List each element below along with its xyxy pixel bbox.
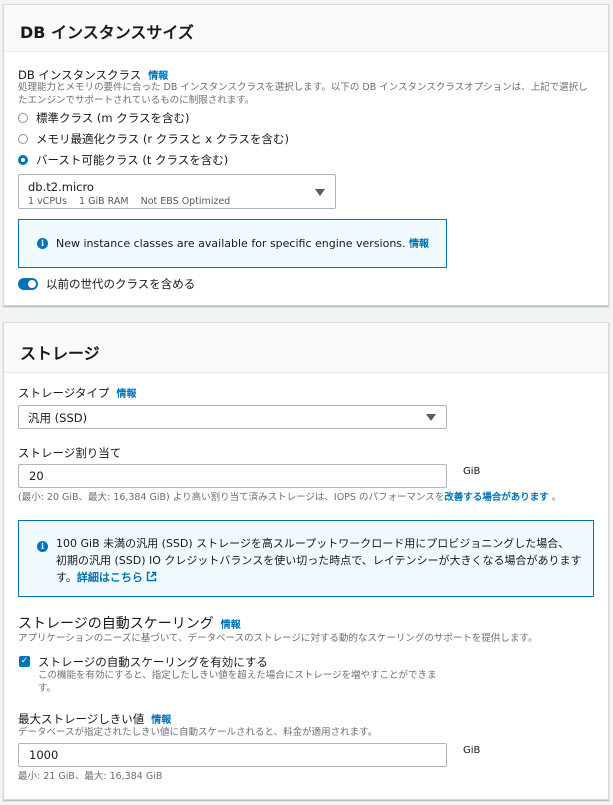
storage-type-label-text: ストレージタイプ xyxy=(18,386,110,400)
previous-generation-label: 以前の世代のクラスを含める xyxy=(46,277,196,291)
storage-allocation-label: ストレージ割り当て xyxy=(18,446,122,460)
radio-standard-indicator[interactable] xyxy=(18,113,28,123)
instance-class-select[interactable]: db.t2.micro 1 vCPUs 1 GiB RAM Not EBS Op… xyxy=(18,174,336,209)
storage-throughput-alert-text: 100 GiB 未満の汎用 (SSD) ストレージを高スループットワークロード用… xyxy=(56,535,582,586)
autoscaling-description: アプリケーションのニーズに基づいて、データベースのストレージに対する動的なスケー… xyxy=(18,633,538,644)
storage-type-info-link[interactable]: 情報 xyxy=(117,389,137,400)
storage-alert-line3: す。詳細はこちら xyxy=(56,569,582,586)
storage-alert-line2: 初期の汎用 (SSD) IO クレジットバランスを使い切った時点で、レイテンシー… xyxy=(56,554,582,567)
autoscaling-checkbox[interactable]: ✓ xyxy=(19,656,30,667)
radio-burstable-label: バースト可能クラス (t クラスを含む) xyxy=(36,153,229,167)
max-storage-label-text: 最大ストレージしきい値 xyxy=(18,712,145,726)
storage-type-value: 汎用 (SSD) xyxy=(28,411,88,425)
instance-class-selected-value: db.t2.micro xyxy=(28,180,94,194)
radio-memory-label: メモリ最適化クラス (r クラスと x クラスを含む) xyxy=(36,132,289,146)
instance-size-panel: DB インスタンスサイズ DB インスタンスクラス情報 処理能力とメモリの要件に… xyxy=(3,4,609,306)
max-storage-hint: 最小: 21 GiB、最大: 16,384 GiB xyxy=(18,771,163,782)
max-storage-label: 最大ストレージしきい値 情報 xyxy=(18,711,171,727)
autoscaling-checkbox-desc-line1: この機能を有効にすると、指定したしきい値を超えた場合にストレージを増やすことがで… xyxy=(38,670,437,681)
info-icon: i xyxy=(37,238,48,249)
previous-generation-toggle[interactable] xyxy=(18,278,38,290)
autoscaling-info-link[interactable]: 情報 xyxy=(221,620,241,631)
external-link-icon[interactable] xyxy=(146,571,157,582)
storage-type-label: ストレージタイプ 情報 xyxy=(18,385,137,401)
storage-alert-line1: 100 GiB 未満の汎用 (SSD) ストレージを高スループットワークロード用… xyxy=(56,537,570,550)
new-classes-alert-text: New instance classes are available for s… xyxy=(56,235,429,253)
autoscaling-title-text: ストレージの自動スケーリング xyxy=(18,616,214,632)
radio-standard-label: 標準クラス (m クラスを含む) xyxy=(36,111,190,125)
info-icon: i xyxy=(37,541,48,552)
radio-burstable-indicator[interactable] xyxy=(18,155,28,165)
storage-alert-line3-prefix: す。 xyxy=(56,571,77,584)
storage-throughput-alert: i 100 GiB 未満の汎用 (SSD) ストレージを高スループットワークロー… xyxy=(18,520,594,597)
instance-class-description: 処理能力とメモリの要件に合った DB インスタンスクラスを選択します。以下の D… xyxy=(18,81,603,107)
radio-burstable-class[interactable]: バースト可能クラス (t クラスを含む) xyxy=(18,152,228,168)
radio-memory-optimized-class[interactable]: メモリ最適化クラス (r クラスと x クラスを含む) xyxy=(18,131,289,147)
storage-allocation-hint: (最小: 20 GiB、最大: 16,384 GiB) より高い割り当て済みスト… xyxy=(18,491,561,504)
storage-panel: ストレージ ストレージタイプ 情報 汎用 (SSD) ストレージ割り当て 20 G… xyxy=(3,322,609,800)
instance-class-specs: 1 vCPUs 1 GiB RAM Not EBS Optimized xyxy=(28,196,231,207)
chevron-down-icon xyxy=(315,189,325,196)
instance-class-desc-line2: たエンジンでサポートされているものに制限されます。 xyxy=(18,95,255,106)
storage-allocation-hint-text: (最小: 20 GiB、最大: 16,384 GiB) より高い割り当て済みスト… xyxy=(18,492,445,503)
instance-size-title: DB インスタンスサイズ xyxy=(4,5,608,52)
autoscaling-checkbox-desc-line2: す。 xyxy=(38,683,57,694)
autoscaling-checkbox-label: ストレージの自動スケーリングを有効にする xyxy=(38,655,268,669)
max-storage-unit: GiB xyxy=(463,745,481,756)
storage-type-select[interactable]: 汎用 (SSD) xyxy=(18,405,447,429)
storage-allocation-unit: GiB xyxy=(463,466,481,477)
radio-standard-class[interactable]: 標準クラス (m クラスを含む) xyxy=(18,110,190,126)
storage-allocation-hint-end: 。 xyxy=(551,492,562,503)
toggle-knob xyxy=(28,280,36,288)
max-storage-info-link[interactable]: 情報 xyxy=(151,715,171,726)
chevron-down-icon xyxy=(426,414,436,421)
max-storage-description: データベースが指定されたしきい値に自動スケールされると、料金が適用されます。 xyxy=(18,727,378,738)
new-classes-alert: i New instance classes are available for… xyxy=(18,219,447,268)
radio-memory-indicator[interactable] xyxy=(18,134,28,144)
improve-performance-link[interactable]: 改善する場合があります xyxy=(444,492,549,503)
storage-allocation-input[interactable]: 20 xyxy=(18,464,447,488)
new-classes-alert-message: New instance classes are available for s… xyxy=(56,237,406,250)
autoscaling-title: ストレージの自動スケーリング 情報 xyxy=(18,613,241,633)
learn-more-link[interactable]: 詳細はこちら xyxy=(77,571,143,584)
max-storage-input[interactable]: 1000 xyxy=(18,743,447,767)
autoscaling-checkbox-description: この機能を有効にすると、指定したしきい値を超えた場合にストレージを増やすことがで… xyxy=(38,669,437,695)
instance-class-desc-line1: 処理能力とメモリの要件に合った DB インスタンスクラスを選択します。以下の D… xyxy=(18,82,588,93)
instance-class-label-text: DB インスタンスクラス xyxy=(18,68,142,82)
storage-title: ストレージ xyxy=(4,323,608,373)
new-classes-info-link[interactable]: 情報 xyxy=(409,239,429,250)
